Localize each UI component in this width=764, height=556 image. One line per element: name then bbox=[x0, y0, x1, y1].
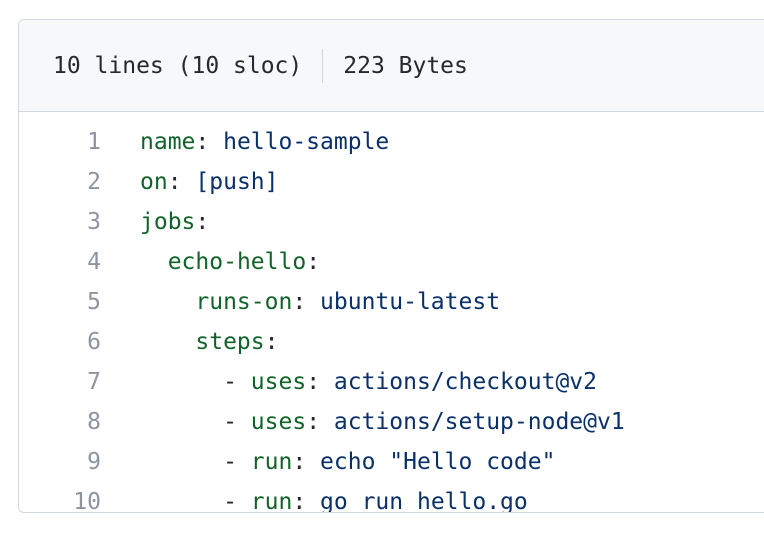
yaml-key: uses bbox=[250, 409, 307, 435]
yaml-separator: : bbox=[306, 409, 334, 435]
code-line: 6 steps: bbox=[19, 322, 764, 362]
yaml-separator: : bbox=[292, 289, 321, 315]
code-dash: - bbox=[223, 409, 251, 435]
yaml-value: ubuntu-latest bbox=[320, 289, 501, 315]
code-dash: - bbox=[223, 449, 251, 475]
code-line: 7 - uses: actions/checkout@v2 bbox=[19, 362, 764, 402]
code-body: 1 name: hello-sample 2 on: [push] 3 jobs… bbox=[19, 112, 764, 513]
file-info-header: 10 lines (10 sloc) 223 Bytes bbox=[19, 20, 764, 112]
line-code: - run: go run hello.go bbox=[101, 489, 528, 513]
yaml-key: run bbox=[250, 489, 293, 513]
file-size: 223 Bytes bbox=[343, 52, 468, 79]
line-code: runs-on: ubuntu-latest bbox=[101, 289, 500, 315]
line-code: - run: echo "Hello code" bbox=[101, 449, 555, 475]
line-code: steps: bbox=[101, 329, 279, 355]
line-number[interactable]: 9 bbox=[19, 449, 101, 475]
line-code: - uses: actions/setup-node@v1 bbox=[101, 409, 625, 435]
yaml-separator: : bbox=[292, 489, 321, 513]
line-number[interactable]: 4 bbox=[19, 249, 101, 275]
line-number[interactable]: 2 bbox=[19, 169, 101, 195]
yaml-value: hello-sample bbox=[223, 129, 390, 155]
line-code: name: hello-sample bbox=[101, 129, 389, 155]
yaml-key: runs-on bbox=[195, 289, 293, 315]
yaml-value: actions/checkout@v2 bbox=[333, 369, 597, 395]
yaml-value: echo "Hello code" bbox=[320, 449, 556, 475]
yaml-separator: : bbox=[195, 209, 210, 235]
yaml-separator: : bbox=[264, 329, 279, 355]
yaml-value: go run hello.go bbox=[320, 489, 528, 513]
file-viewer: 10 lines (10 sloc) 223 Bytes 1 name: hel… bbox=[18, 19, 764, 513]
line-number[interactable]: 1 bbox=[19, 129, 101, 155]
code-line: 5 runs-on: ubuntu-latest bbox=[19, 282, 764, 322]
code-line: 8 - uses: actions/setup-node@v1 bbox=[19, 402, 764, 442]
code-line: 9 - run: echo "Hello code" bbox=[19, 442, 764, 482]
yaml-value: [push] bbox=[195, 169, 279, 195]
line-code: echo-hello: bbox=[101, 249, 320, 275]
yaml-key: name bbox=[140, 129, 196, 155]
line-code: - uses: actions/checkout@v2 bbox=[101, 369, 597, 395]
yaml-separator: : bbox=[292, 449, 321, 475]
line-number[interactable]: 10 bbox=[19, 489, 101, 512]
line-number[interactable]: 7 bbox=[19, 369, 101, 395]
file-line-count: 10 lines (10 sloc) bbox=[53, 52, 303, 79]
code-line: 3 jobs: bbox=[19, 202, 764, 242]
yaml-separator: : bbox=[306, 249, 321, 275]
code-line: 10 - run: go run hello.go bbox=[19, 482, 764, 513]
line-code: jobs: bbox=[101, 209, 209, 235]
line-number[interactable]: 6 bbox=[19, 329, 101, 355]
yaml-key: uses bbox=[250, 369, 307, 395]
code-dash: - bbox=[223, 369, 251, 395]
yaml-key: on bbox=[140, 169, 168, 195]
line-number[interactable]: 5 bbox=[19, 289, 101, 315]
code-dash: - bbox=[223, 489, 251, 513]
line-number[interactable]: 3 bbox=[19, 209, 101, 235]
yaml-key: steps bbox=[195, 329, 265, 355]
yaml-value: actions/setup-node@v1 bbox=[333, 409, 625, 435]
code-line: 1 name: hello-sample bbox=[19, 122, 764, 162]
yaml-key: jobs bbox=[140, 209, 196, 235]
yaml-separator: : bbox=[167, 169, 196, 195]
yaml-key: echo-hello bbox=[167, 249, 307, 275]
yaml-separator: : bbox=[195, 129, 224, 155]
yaml-key: run bbox=[250, 449, 293, 475]
code-line: 2 on: [push] bbox=[19, 162, 764, 202]
line-code: on: [push] bbox=[101, 169, 279, 195]
code-line: 4 echo-hello: bbox=[19, 242, 764, 282]
yaml-separator: : bbox=[306, 369, 334, 395]
file-info-divider bbox=[322, 48, 324, 83]
line-number[interactable]: 8 bbox=[19, 409, 101, 435]
